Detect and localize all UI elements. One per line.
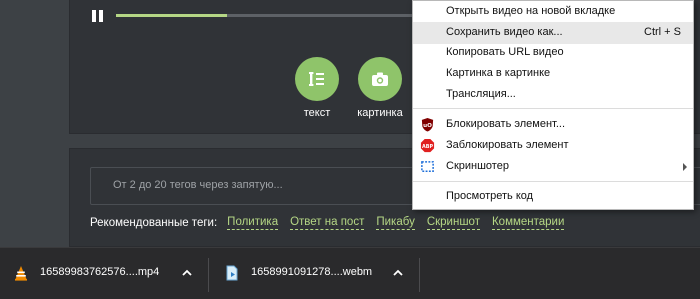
menu-item-inspect[interactable]: Просмотреть код [413,186,693,208]
menu-item-copy-video-url[interactable]: Копировать URL видео [413,42,693,64]
add-text-button[interactable]: текст [285,57,349,119]
menu-item-label: Просмотреть код [446,190,534,202]
ublock-icon: uO [421,117,434,132]
menu-item-screenshoter[interactable]: Скриншотер [413,156,693,178]
download-separator [208,258,209,292]
vlc-icon [15,266,27,281]
adblock-plus-icon: ABP [420,138,435,153]
text-icon [309,72,324,86]
video-progress-track[interactable] [116,14,416,17]
add-image-label: картинка [357,107,403,119]
download-filename: 1658998376257​6....mp4 [40,266,160,278]
screenshot-icon [421,161,434,172]
menu-separator [413,181,693,182]
add-text-label: текст [303,107,331,119]
menu-item-label: Сохранить видео как... [446,26,563,38]
recommended-tag[interactable]: Политика [227,215,279,230]
menu-item-label: Копировать URL видео [446,46,564,58]
submenu-arrow-icon [683,163,687,171]
add-image-button[interactable]: картинка [348,57,412,119]
menu-item-label: Блокировать элемент... [446,118,566,130]
camera-icon [372,72,388,86]
menu-separator [413,108,693,109]
menu-item-label: Картинка в картинке [446,67,551,79]
menu-item-save-video-as[interactable]: Сохранить видео как... Ctrl + S [413,22,693,44]
menu-item-label: Трансляция... [446,88,516,100]
recommended-tag[interactable]: Комментарии [491,215,565,230]
tool-circle [358,57,402,101]
recommended-tag[interactable]: Ответ на пост [290,215,365,230]
recommended-tags-label: Рекомендованные теги: [90,216,218,229]
menu-item-cast[interactable]: Трансляция... [413,84,693,106]
chevron-up-icon[interactable] [391,266,405,280]
chevron-up-icon[interactable] [180,266,194,280]
recommended-tag[interactable]: Скриншот [426,215,480,230]
download-filename: 16589910912​78....webm [251,266,373,278]
menu-item-label: Заблокировать элемент [446,139,569,151]
recommended-tags-row: Рекомендованные теги: Политика Ответ на … [90,215,576,230]
svg-text:ABP: ABP [422,144,433,150]
pause-icon[interactable] [92,10,104,22]
menu-item-picture-in-picture[interactable]: Картинка в картинке [413,63,693,85]
download-separator [419,258,420,292]
menu-item-shortcut: Ctrl + S [644,26,681,38]
recommended-tag[interactable]: Пикабу [376,215,415,230]
menu-item-label: Открыть видео на новой вкладке [446,5,616,17]
menu-item-label: Скриншотер [446,160,509,172]
tool-circle [295,57,339,101]
tags-input-placeholder: От 2 до 20 тегов через запятую... [113,179,283,191]
video-progress-fill [116,14,227,17]
context-menu: Открыть видео на новой вкладке Сохранить… [412,0,694,210]
menu-item-block-element-abp[interactable]: ABP Заблокировать элемент [413,135,693,157]
download-item[interactable]: 1658998376257​6....mp4 [0,248,205,299]
downloads-bar: 1658998376257​6....mp4 16589910912​78...… [0,247,700,299]
svg-text:uO: uO [423,123,432,129]
download-item[interactable]: 16589910912​78....webm [211,248,416,299]
menu-item-block-element-ublock[interactable]: uO Блокировать элемент... [413,114,693,136]
menu-item-open-video-new-tab[interactable]: Открыть видео на новой вкладке [413,1,693,23]
file-icon [226,265,238,281]
